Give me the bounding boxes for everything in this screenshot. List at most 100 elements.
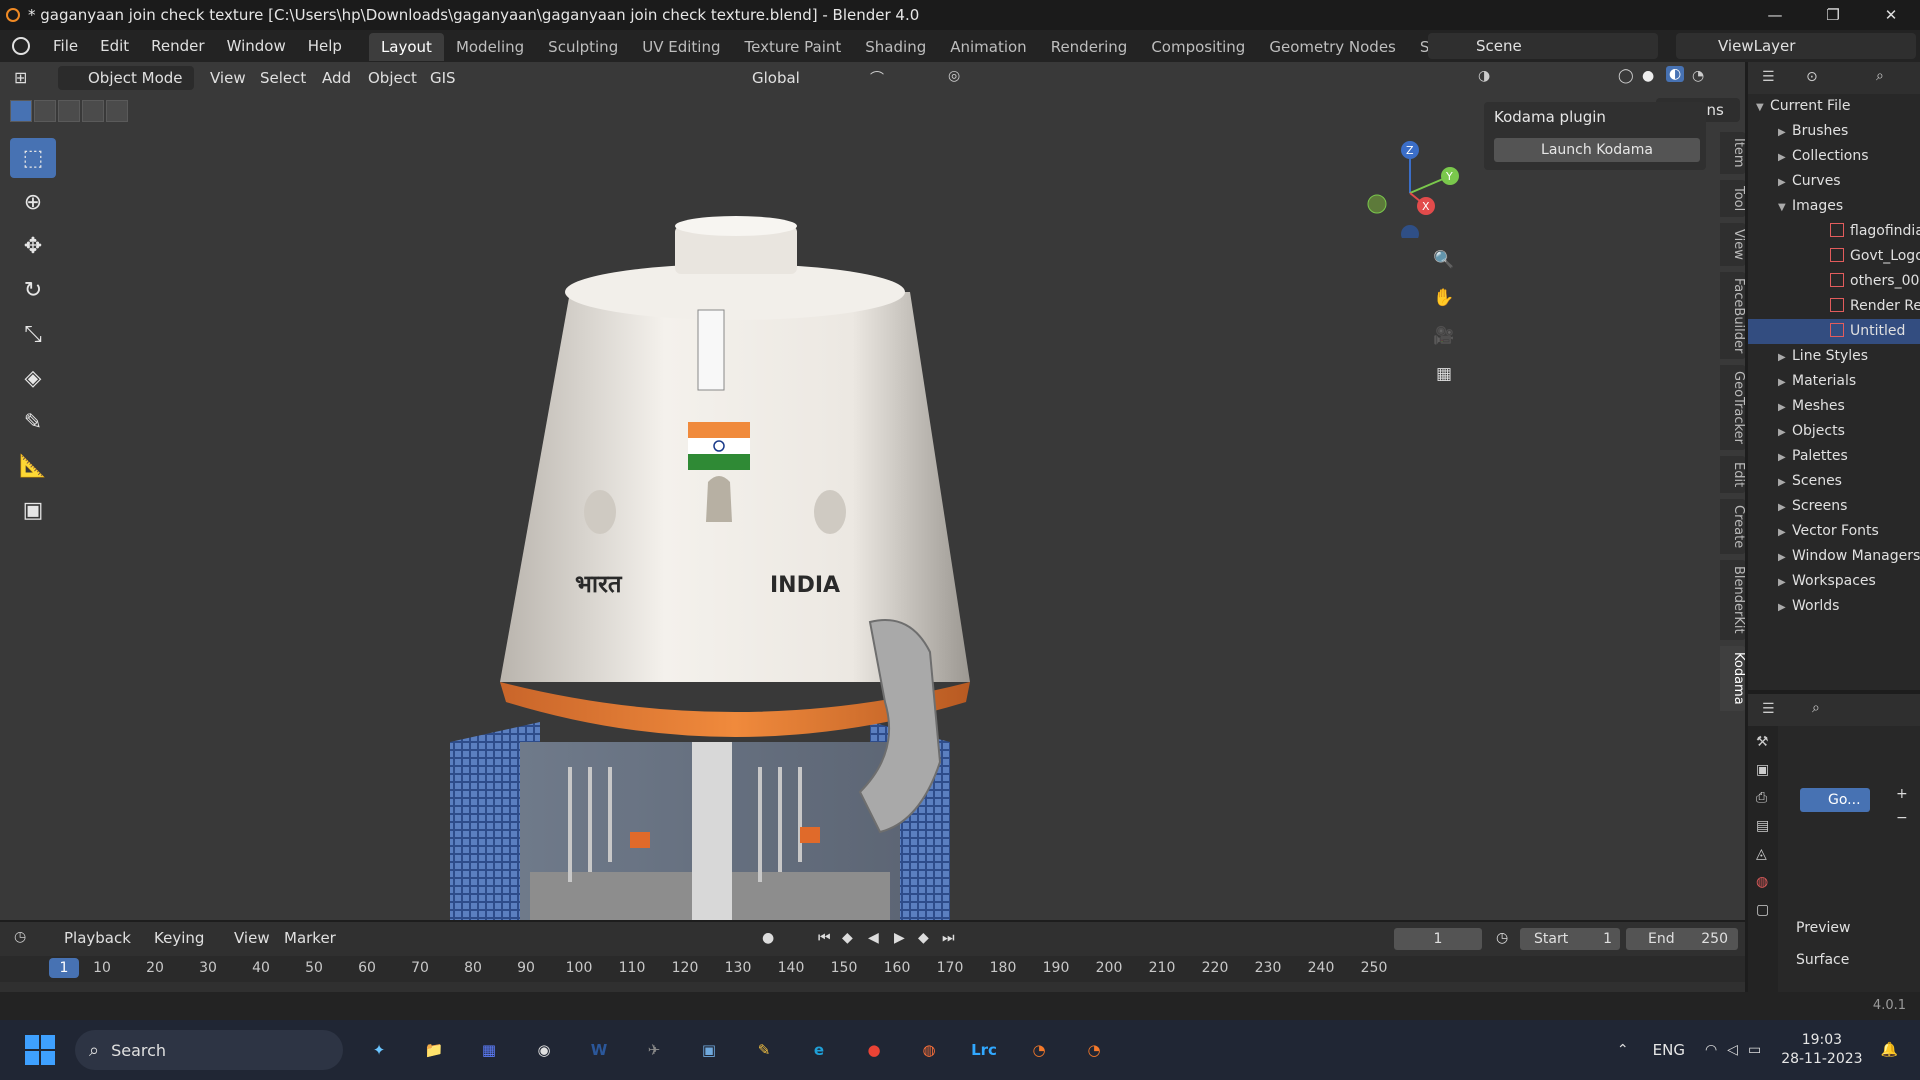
viewport-menu-select[interactable]: Select (260, 62, 306, 94)
outliner-item-workspaces[interactable]: ▶ Workspaces (1748, 569, 1920, 594)
record-icon[interactable]: ● (762, 930, 774, 946)
sidebar-tab-item[interactable]: Item (1720, 132, 1745, 174)
annotate-tool[interactable]: ✎ (10, 402, 56, 442)
render-properties-icon[interactable]: ▣ (1756, 762, 1778, 778)
expand-right-icon[interactable]: ▶ (1778, 570, 1792, 595)
taskbar-app-lrc[interactable]: Lrc (965, 1031, 1003, 1069)
language-indicator[interactable]: ENG (1653, 1041, 1685, 1059)
viewport-menu-object[interactable]: Object (368, 62, 417, 94)
taskbar-app-file-explorer[interactable]: 📁 (415, 1031, 453, 1069)
expand-down-icon[interactable]: ▼ (1778, 195, 1792, 220)
remove-slot-button[interactable]: − (1896, 810, 1908, 826)
outliner-item-palettes[interactable]: ▶ Palettes (1748, 444, 1920, 469)
collection-properties-icon[interactable]: ▢ (1756, 902, 1778, 918)
expand-right-icon[interactable]: ▶ (1778, 345, 1792, 370)
menu-edit[interactable]: Edit (89, 30, 140, 62)
jump-start-icon[interactable]: ⏮ (818, 930, 831, 946)
sidebar-tab-facebuilder[interactable]: FaceBuilder (1720, 271, 1745, 360)
viewport-menu-view[interactable]: View (210, 62, 246, 94)
select-extend-icon[interactable] (34, 100, 56, 122)
windows-start-icon[interactable] (25, 1035, 55, 1065)
expand-down-icon[interactable]: ▼ (1756, 95, 1770, 120)
sidebar-tab-tool[interactable]: Tool (1720, 179, 1745, 217)
kodama-panel-title[interactable]: Kodama plugin (1494, 108, 1606, 126)
current-frame-indicator[interactable]: 1 (49, 958, 79, 978)
select-subtract-icon[interactable] (58, 100, 80, 122)
shading-solid-icon[interactable]: ● (1642, 68, 1654, 84)
taskbar-app-notes[interactable]: ✎ (745, 1031, 783, 1069)
tab-modeling[interactable]: Modeling (444, 33, 536, 61)
prev-keyframe-icon[interactable]: ◆ (842, 930, 853, 946)
menu-help[interactable]: Help (297, 30, 353, 62)
outliner-item-scenes[interactable]: ▶ Scenes (1748, 469, 1920, 494)
proportional-edit-icon[interactable]: ◎ (948, 68, 960, 84)
outliner-item-curves[interactable]: ▶ Curves (1748, 169, 1920, 194)
preview-section[interactable]: Preview (1796, 920, 1851, 936)
taskbar-app-edge[interactable]: e (800, 1031, 838, 1069)
outliner-item-materials[interactable]: ▶ Materials (1748, 369, 1920, 394)
launch-kodama-button[interactable]: Launch Kodama (1494, 138, 1700, 162)
measure-tool[interactable]: 📐 (10, 446, 56, 486)
world-properties-icon[interactable]: ◍ (1756, 874, 1778, 890)
outliner-image-untitled[interactable]: Untitled (1748, 319, 1920, 344)
shading-wireframe-icon[interactable]: ◯ (1618, 68, 1634, 84)
timeline-menu-keying[interactable]: Keying (154, 922, 204, 954)
taskbar-app-photos[interactable]: ▣ (690, 1031, 728, 1069)
filter-icon[interactable]: ⊙ (1806, 69, 1818, 85)
current-frame-field[interactable]: 1 (1394, 928, 1482, 950)
shading-rendered-icon[interactable]: ◔ (1692, 68, 1704, 84)
expand-right-icon[interactable]: ▶ (1778, 395, 1792, 420)
play-icon[interactable]: ▶ (894, 930, 905, 946)
mode-dropdown[interactable]: Object Mode (58, 66, 194, 90)
camera-icon[interactable]: 🎥 (1428, 320, 1460, 352)
viewport-menu-gis[interactable]: GIS (430, 62, 456, 94)
taskbar-app-blender[interactable]: ◔ (1020, 1031, 1058, 1069)
tab-uv-editing[interactable]: UV Editing (630, 33, 732, 61)
taskbar-app-word[interactable]: W (580, 1031, 618, 1069)
search-icon[interactable]: ⌕ (1876, 68, 1884, 84)
gaganyaan-model[interactable]: भारत INDIA (430, 182, 1030, 920)
start-frame-field[interactable]: Start 1 (1520, 928, 1620, 950)
view-layer-properties-icon[interactable]: ▤ (1756, 818, 1778, 834)
output-properties-icon[interactable]: ⎙ (1756, 790, 1778, 806)
overlays-icon[interactable]: ◑ (1478, 68, 1490, 84)
expand-right-icon[interactable]: ▶ (1778, 520, 1792, 545)
expand-right-icon[interactable]: ▶ (1778, 420, 1792, 445)
select-invert-icon[interactable] (82, 100, 104, 122)
outliner-item-objects[interactable]: ▶ Objects (1748, 419, 1920, 444)
sidebar-tab-blenderkit[interactable]: BlenderKit (1720, 560, 1745, 641)
select-new-icon[interactable] (10, 100, 32, 122)
expand-right-icon[interactable]: ▶ (1778, 120, 1792, 145)
expand-right-icon[interactable]: ▶ (1778, 595, 1792, 620)
outliner-item-meshes[interactable]: ▶ Meshes (1748, 394, 1920, 419)
menu-window[interactable]: Window (216, 30, 297, 62)
taskbar-app-calculator[interactable]: ▦ (470, 1031, 508, 1069)
outliner-root[interactable]: ▼ Current File (1748, 94, 1920, 119)
outliner-image-render-result[interactable]: Render Re (1748, 294, 1920, 319)
outliner-item-window-managers[interactable]: ▶ Window Managers (1748, 544, 1920, 569)
grid-icon[interactable]: ▦ (1428, 358, 1460, 390)
expand-right-icon[interactable]: ▶ (1778, 370, 1792, 395)
timeline-menu-playback[interactable]: Playback (64, 922, 131, 954)
tab-animation[interactable]: Animation (938, 33, 1038, 61)
shading-material-icon[interactable]: ◐ (1666, 66, 1685, 82)
zoom-icon[interactable]: 🔍 (1428, 244, 1460, 276)
tool-properties-icon[interactable]: ⚒ (1756, 734, 1778, 750)
outliner[interactable]: ☰ ⊙ ⌕ ▼ Current File ▶ Brushes ▶ Collection… (1748, 62, 1920, 690)
taskbar-app-chrome[interactable]: ● (855, 1031, 893, 1069)
rotate-tool[interactable]: ↻ (10, 270, 56, 310)
tab-compositing[interactable]: Compositing (1139, 33, 1257, 61)
timeline-editor[interactable]: ◷ Playback Keying View Marker ● ⏮ ◆ ◀ ▶ … (0, 922, 1745, 992)
outliner-item-brushes[interactable]: ▶ Brushes (1748, 119, 1920, 144)
outliner-item-screens[interactable]: ▶ Screens (1748, 494, 1920, 519)
sidebar-tab-geotracker[interactable]: GeoTracker (1720, 365, 1745, 451)
taskbar-app-copilot[interactable]: ✦ (360, 1031, 398, 1069)
taskbar-app-blender[interactable]: ◔ (1075, 1031, 1113, 1069)
expand-right-icon[interactable]: ▶ (1778, 495, 1792, 520)
outliner-item-worlds[interactable]: ▶ Worlds (1748, 594, 1920, 619)
cursor-tool[interactable]: ⊕ (10, 182, 56, 222)
hand-icon[interactable]: ✋ (1428, 282, 1460, 314)
volume-icon[interactable]: ◁ (1727, 1042, 1738, 1058)
sidebar-tab-view[interactable]: View (1720, 222, 1745, 266)
expand-right-icon[interactable]: ▶ (1778, 545, 1792, 570)
